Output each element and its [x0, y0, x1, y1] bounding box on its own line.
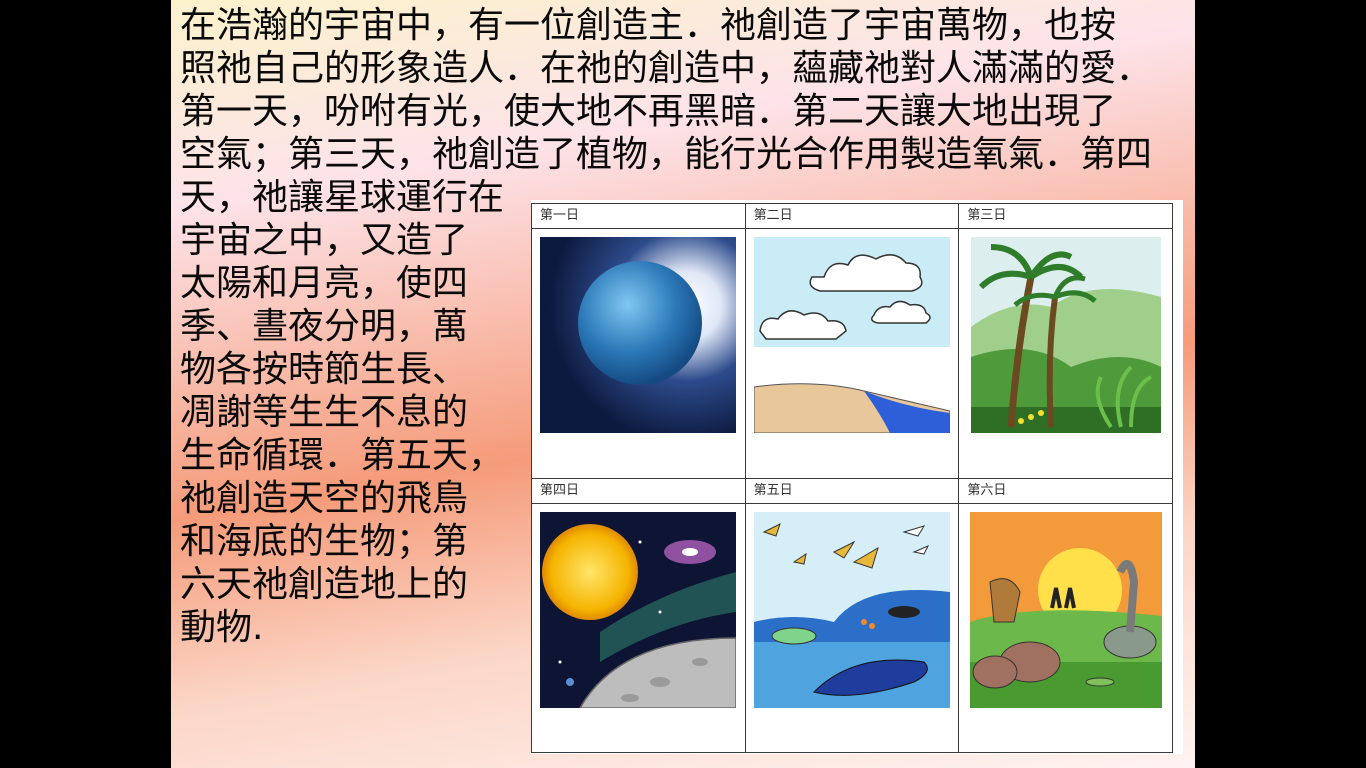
day-cell: 第一日	[531, 203, 746, 479]
day-cell: 第五日	[744, 477, 960, 753]
paragraph-line: 季、晝夜分明，萬	[180, 306, 469, 347]
paragraph-line: 生命循環．第五天，	[180, 435, 505, 476]
day-cell: 第三日	[958, 203, 1173, 479]
day-label: 第五日	[745, 479, 959, 504]
paragraph-line: 空氣；第三天，祂創造了植物，能行光合作用製造氧氣．第四	[180, 134, 1153, 175]
paragraph-line: 和海底的生物；第	[180, 521, 469, 562]
day-label: 第二日	[745, 204, 959, 229]
sun-moon-picture	[540, 511, 737, 708]
plants-picture	[970, 237, 1161, 433]
paragraph-line: 六天祂創造地上的	[180, 564, 469, 605]
day-label: 第一日	[532, 204, 745, 229]
day-cell: 第六日	[958, 477, 1173, 753]
paragraph-line: 第一天，吩咐有光，使大地不再黑暗．第二天讓大地出現了	[180, 91, 1117, 132]
animals-sunset-picture	[969, 511, 1162, 708]
paragraph-line: 物各按時節生長、	[180, 349, 469, 390]
birds-sea-picture	[753, 511, 950, 708]
paragraph-line: 凋謝等生生不息的	[180, 392, 469, 433]
paragraph-line: 照祂自己的形象造人．在祂的創造中，蘊藏祂對人滿滿的愛．	[180, 48, 1153, 89]
paragraph-line: 在浩瀚的宇宙中，有一位創造主．祂創造了宇宙萬物，也按	[180, 5, 1117, 46]
day-cell: 第二日	[744, 203, 960, 479]
day-cell: 第四日	[531, 477, 746, 753]
paragraph-line: 太陽和月亮，使四	[180, 263, 469, 304]
paragraph-line: 動物.	[180, 607, 264, 648]
planet-picture	[540, 237, 737, 433]
creation-days-image: 第一日 第二日 第三日 第四日 第五日 第六日	[531, 200, 1183, 754]
paragraph-line: 祂創造天空的飛鳥	[180, 478, 469, 519]
paragraph-line: 天，祂讓星球運行在	[180, 177, 505, 218]
slide: 在浩瀚的宇宙中，有一位創造主．祂創造了宇宙萬物，也按 照祂自己的形象造人．在祂的…	[171, 0, 1195, 768]
creation-days-grid: 第一日 第二日 第三日 第四日 第五日 第六日	[531, 203, 1173, 753]
sky-clouds-picture	[753, 237, 950, 433]
day-label: 第四日	[532, 479, 745, 504]
day-label: 第六日	[959, 479, 1172, 504]
paragraph-line: 宇宙之中，又造了	[180, 220, 469, 261]
day-label: 第三日	[959, 204, 1172, 229]
